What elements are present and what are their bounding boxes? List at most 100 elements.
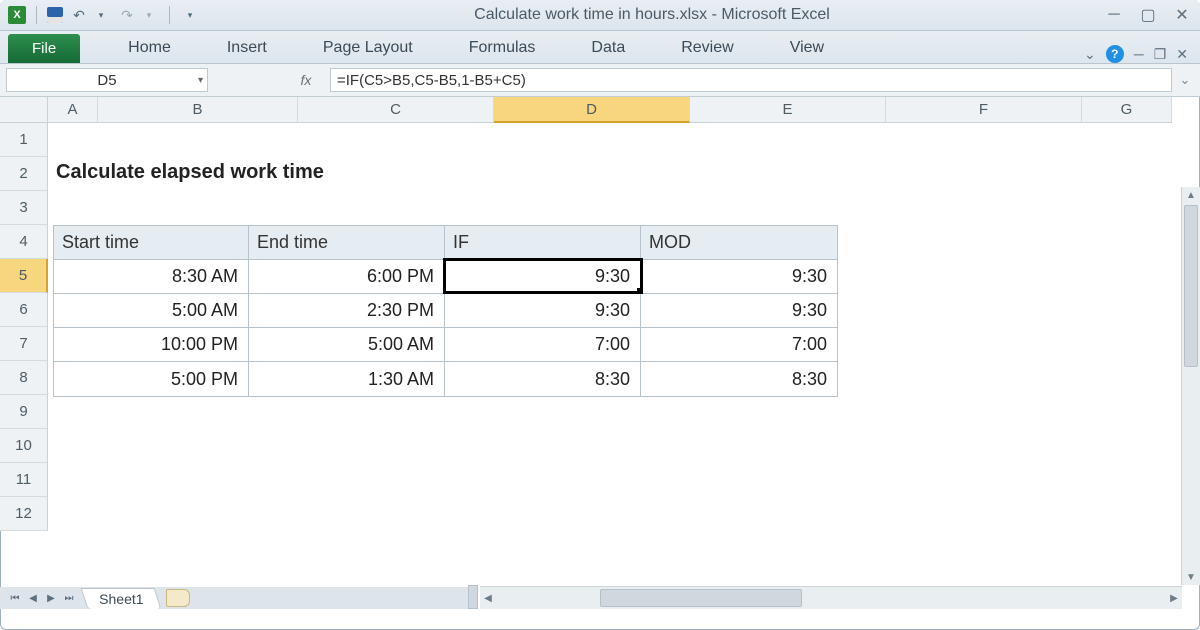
tab-page-layout[interactable]: Page Layout (305, 33, 431, 63)
cell[interactable]: 6:00 PM (249, 260, 445, 294)
tab-review[interactable]: Review (663, 33, 751, 63)
cell[interactable]: 8:30 AM (54, 260, 249, 294)
row-header-5[interactable]: 5 (0, 259, 48, 293)
file-tab[interactable]: File (8, 34, 80, 63)
row-header-1[interactable]: 1 (0, 123, 48, 157)
qat-customize-icon[interactable]: ▾ (180, 6, 200, 24)
tab-home[interactable]: Home (110, 33, 189, 63)
name-box[interactable]: D5 ▾ (6, 68, 208, 92)
sheet-tab-label: Sheet1 (99, 591, 143, 607)
last-sheet-icon[interactable]: ⏭ (60, 589, 78, 607)
table-row: 10:00 PM 5:00 AM 7:00 7:00 (54, 328, 837, 362)
select-all-corner[interactable] (0, 97, 48, 123)
separator (169, 6, 170, 24)
cell[interactable]: 5:00 AM (249, 328, 445, 362)
cell[interactable]: 5:00 AM (54, 294, 249, 328)
workbook-minimize-icon[interactable]: ─ (1134, 46, 1144, 62)
table-header-row: Start time End time IF MOD (54, 226, 837, 260)
scroll-left-icon[interactable]: ◀ (480, 587, 496, 609)
row-header-6[interactable]: 6 (0, 293, 48, 327)
cell[interactable]: 2:30 PM (249, 294, 445, 328)
th-start: Start time (54, 226, 249, 260)
cell[interactable]: 9:30 (641, 260, 837, 294)
row-header-2[interactable]: 2 (0, 157, 48, 191)
data-table: Start time End time IF MOD 8:30 AM 6:00 … (53, 225, 838, 397)
scroll-down-icon[interactable]: ▼ (1182, 569, 1200, 585)
redo-icon[interactable]: ↷ (117, 6, 137, 24)
tab-formulas[interactable]: Formulas (451, 33, 554, 63)
cell[interactable]: 7:00 (641, 328, 837, 362)
prev-sheet-icon[interactable]: ◀ (24, 589, 42, 607)
tab-insert[interactable]: Insert (209, 33, 285, 63)
new-sheet-icon[interactable] (166, 589, 190, 607)
minimize-icon[interactable]: ─ (1104, 6, 1124, 24)
first-sheet-icon[interactable]: ⏮ (6, 589, 24, 607)
col-header-F[interactable]: F (886, 97, 1082, 123)
title-bar: X ↶ ▾ ↷ ▾ ▾ Calculate work time in hours… (0, 0, 1200, 31)
col-header-E[interactable]: E (690, 97, 886, 123)
cell[interactable]: 9:30 (445, 260, 641, 294)
row-header-11[interactable]: 11 (0, 463, 48, 497)
cell[interactable]: 1:30 AM (249, 362, 445, 396)
cell[interactable]: 8:30 (641, 362, 837, 396)
row-header-10[interactable]: 10 (0, 429, 48, 463)
close-icon[interactable]: ✕ (1172, 6, 1192, 24)
th-mod: MOD (641, 226, 837, 260)
help-icon[interactable]: ? (1106, 45, 1124, 63)
excel-window: { "app": { "title": "Calculate work time… (0, 0, 1200, 630)
sheet-tab-sheet1[interactable]: Sheet1 (81, 588, 162, 609)
insert-function-icon[interactable]: fx (286, 72, 326, 88)
horizontal-scroll-thumb[interactable] (600, 589, 802, 607)
row-header-9[interactable]: 9 (0, 395, 48, 429)
name-box-dropdown-icon[interactable]: ▾ (198, 75, 203, 86)
col-header-A[interactable]: A (48, 97, 98, 123)
cell[interactable]: 9:30 (445, 294, 641, 328)
col-header-D[interactable]: D (494, 97, 690, 123)
cell[interactable]: 7:00 (445, 328, 641, 362)
ribbon-right: ⌄ ? ─ ❐ ✕ (1084, 45, 1200, 63)
workbook-close-icon[interactable]: ✕ (1176, 46, 1188, 63)
undo-icon[interactable]: ↶ (69, 6, 89, 24)
row-header-8[interactable]: 8 (0, 361, 48, 395)
horizontal-scrollbar[interactable]: ◀ ▶ (480, 586, 1182, 609)
maximize-icon[interactable]: ▢ (1138, 6, 1158, 24)
col-header-G[interactable]: G (1082, 97, 1172, 123)
column-headers: A B C D E F G (48, 97, 1172, 123)
separator (36, 6, 37, 24)
row-header-12[interactable]: 12 (0, 497, 48, 531)
cell-grid[interactable]: Calculate elapsed work time Start time E… (48, 123, 1172, 533)
scroll-right-icon[interactable]: ▶ (1166, 587, 1182, 609)
row-header-7[interactable]: 7 (0, 327, 48, 361)
table-row: 5:00 AM 2:30 PM 9:30 9:30 (54, 294, 837, 328)
scroll-up-icon[interactable]: ▲ (1182, 187, 1200, 203)
table-row: 8:30 AM 6:00 PM 9:30 9:30 (54, 260, 837, 294)
formula-bar-expand-icon[interactable]: ⌄ (1176, 72, 1194, 88)
cell[interactable]: 9:30 (641, 294, 837, 328)
window-title: Calculate work time in hours.xlsx - Micr… (200, 6, 1104, 24)
excel-app-icon[interactable]: X (8, 6, 26, 24)
workbook-restore-icon[interactable]: ❐ (1154, 46, 1167, 63)
vertical-scrollbar[interactable]: ▲ ▼ (1181, 187, 1200, 585)
next-sheet-icon[interactable]: ▶ (42, 589, 60, 607)
col-header-C[interactable]: C (298, 97, 494, 123)
vertical-scroll-thumb[interactable] (1184, 205, 1198, 367)
tab-split-handle[interactable] (468, 585, 478, 609)
th-if: IF (445, 226, 641, 260)
row-header-4[interactable]: 4 (0, 225, 48, 259)
col-header-B[interactable]: B (98, 97, 298, 123)
formula-bar: D5 ▾ fx =IF(C5>B5,C5-B5,1-B5+C5) ⌄ (0, 64, 1200, 97)
save-icon[interactable] (47, 7, 63, 23)
formula-input[interactable]: =IF(C5>B5,C5-B5,1-B5+C5) (330, 68, 1172, 92)
cell[interactable]: 5:00 PM (54, 362, 249, 396)
cell[interactable]: 8:30 (445, 362, 641, 396)
ribbon-minimize-icon[interactable]: ⌄ (1084, 46, 1096, 63)
tab-view[interactable]: View (772, 33, 842, 63)
row-header-3[interactable]: 3 (0, 191, 48, 225)
cell[interactable]: 10:00 PM (54, 328, 249, 362)
sheet-title: Calculate elapsed work time (56, 161, 324, 184)
ribbon: File Home Insert Page Layout Formulas Da… (0, 31, 1200, 64)
redo-dropdown-icon[interactable]: ▾ (139, 6, 159, 24)
tab-data[interactable]: Data (573, 33, 643, 63)
sheet-tab-bar: ⏮ ◀ ▶ ⏭ Sheet1 (0, 587, 474, 609)
undo-dropdown-icon[interactable]: ▾ (91, 6, 111, 24)
